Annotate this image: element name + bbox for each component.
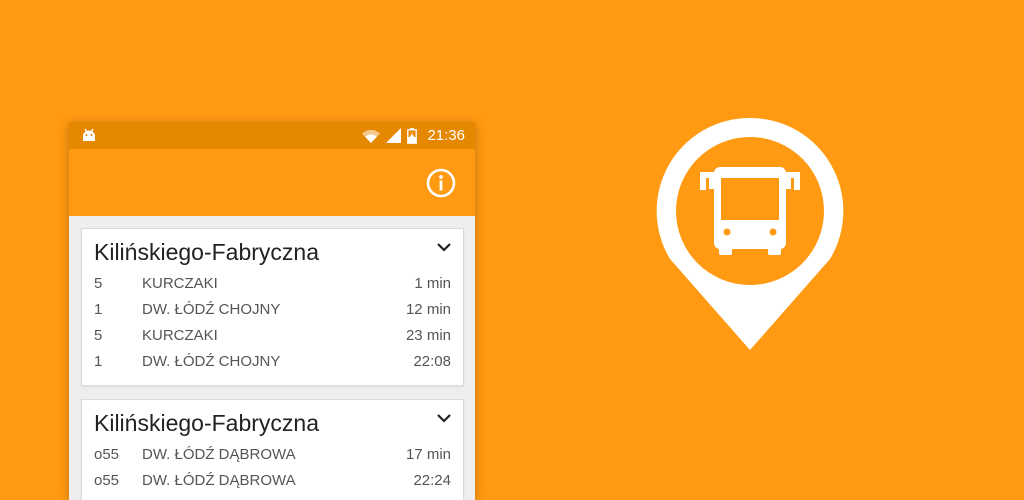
departure-time: 22:08	[413, 353, 451, 370]
destination: DW. ŁÓDŹ DĄBROWA	[142, 446, 296, 463]
chevron-down-icon[interactable]	[437, 414, 451, 423]
departure-time: 23 min	[405, 327, 451, 344]
line-number: 1	[94, 353, 103, 370]
stop-name: Kilińskiego-Fabryczna	[94, 410, 319, 436]
departure-row: 5 KURCZAKI 23 min	[94, 327, 451, 349]
phone-screen: 21:36 Kilińskiego-Fabryczna 5 KURCZAKI 1…	[69, 122, 475, 500]
departure-time: 12 min	[405, 301, 451, 318]
battery-charging-icon	[407, 127, 418, 144]
chevron-down-icon[interactable]	[437, 243, 451, 252]
departure-time: 17 min	[405, 446, 451, 463]
line-number: o55	[94, 446, 120, 463]
bus-stop-pin-icon	[656, 117, 844, 350]
departure-row: 1 DW. ŁÓDŹ CHOJNY 12 min	[94, 301, 451, 323]
destination: DW. ŁÓDŹ DĄBROWA	[142, 472, 296, 489]
stop-card[interactable]: Kilińskiego-Fabryczna 5 KURCZAKI 1 min 1…	[81, 228, 464, 386]
line-number: 5	[94, 327, 103, 344]
wifi-icon	[362, 129, 381, 143]
status-bar: 21:36	[69, 122, 475, 149]
status-time: 21:36	[427, 127, 465, 144]
line-number: o55	[94, 472, 120, 489]
destination: DW. ŁÓDŹ CHOJNY	[142, 301, 281, 318]
destination: DW. ŁÓDŹ CHOJNY	[142, 353, 281, 370]
signal-icon	[386, 128, 402, 143]
line-number: 1	[94, 301, 103, 318]
info-icon[interactable]	[426, 168, 456, 198]
departure-row: o55 DW. ŁÓDŹ DĄBROWA 22:24	[94, 472, 451, 494]
departure-row: 1 DW. ŁÓDŹ CHOJNY 22:08	[94, 353, 451, 375]
departure-time: 22:24	[413, 472, 451, 489]
app-bar	[69, 149, 475, 216]
stop-card[interactable]: Kilińskiego-Fabryczna o55 DW. ŁÓDŹ DĄBRO…	[81, 399, 464, 500]
destination: KURCZAKI	[142, 327, 218, 344]
departure-time: 1 min	[414, 275, 451, 292]
destination: KURCZAKI	[142, 275, 218, 292]
departure-row: o55 DW. ŁÓDŹ DĄBROWA 17 min	[94, 446, 451, 468]
departure-row: 5 KURCZAKI 1 min	[94, 275, 451, 297]
stop-name: Kilińskiego-Fabryczna	[94, 239, 319, 265]
line-number: 5	[94, 275, 103, 292]
android-icon	[83, 128, 95, 141]
